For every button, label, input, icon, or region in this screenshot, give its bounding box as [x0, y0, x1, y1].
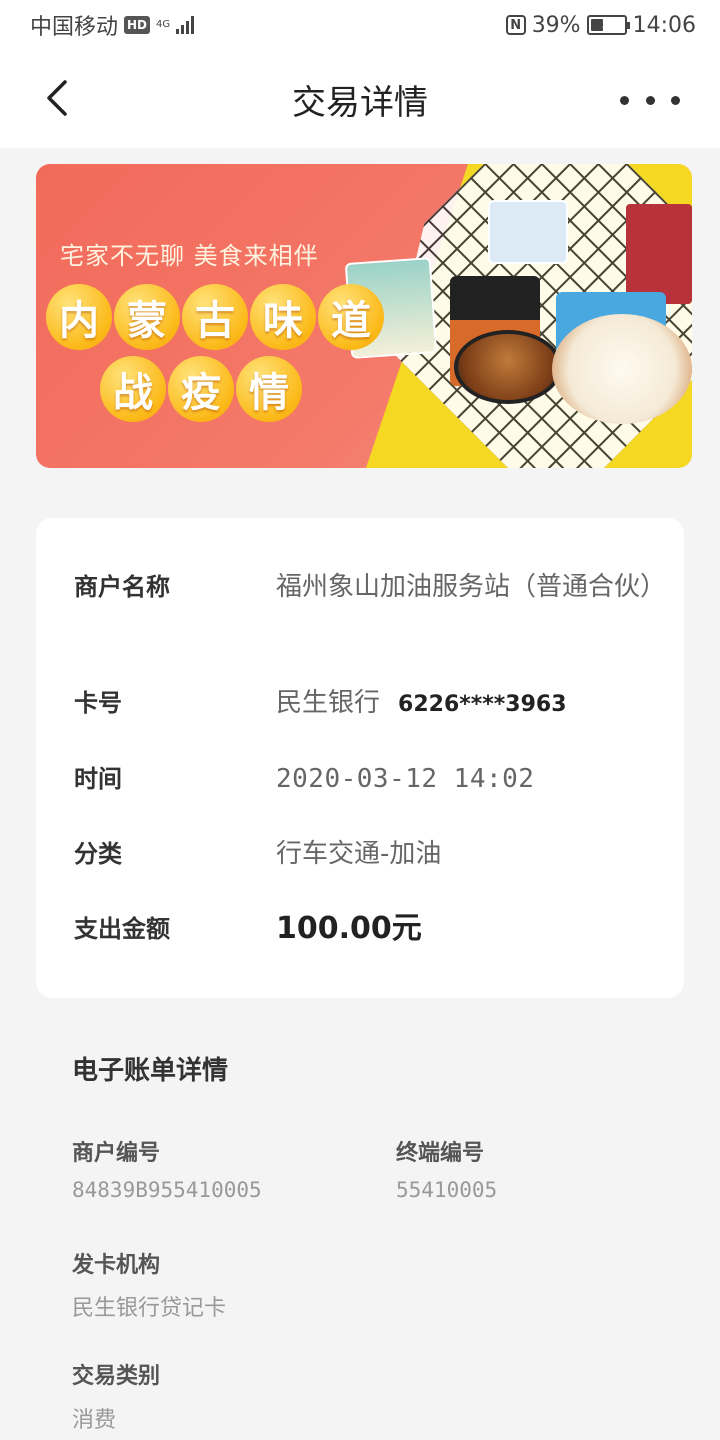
amount-row: 支出金额 100.00元: [74, 910, 654, 948]
page-title: 交易详情: [292, 82, 428, 123]
terminal-no-label: 终端编号: [396, 1141, 485, 1166]
more-dot-icon: [645, 95, 655, 105]
product-image-milk-box: [488, 200, 568, 264]
signal-icon: [176, 16, 195, 34]
banner-headline-char: 道: [318, 284, 384, 350]
terminal-no-value: 55410005: [396, 1178, 498, 1202]
carrier-name: 中国移动: [30, 15, 119, 40]
issuer-value: 民生银行贷记卡: [72, 1296, 227, 1321]
product-image-candy-plate: [552, 314, 692, 424]
nfc-icon: N: [505, 15, 526, 35]
banner-headline-line-2: 战 疫 情: [100, 356, 302, 422]
network-type-icon: 4G: [156, 20, 170, 30]
banner-slogan: 宅家不无聊 美食来相伴: [60, 242, 319, 270]
status-left: 中国移动 HD 4G: [30, 9, 195, 41]
battery-percent: 39%: [531, 12, 581, 38]
clock: 14:06: [632, 12, 696, 38]
battery-icon: ⚡: [586, 15, 630, 35]
banner-headline-char: 味: [250, 284, 316, 350]
card-bank: 民生银行: [276, 688, 381, 718]
amount-value: 100.00元: [276, 911, 422, 946]
issuer-label: 发卡机构: [72, 1253, 161, 1278]
bill-section-title: 电子账单详情: [72, 1056, 229, 1086]
card-number: 6226****3963: [398, 692, 567, 717]
more-options-button[interactable]: [620, 80, 680, 120]
hd-icon: HD: [124, 16, 151, 34]
merchant-row: 商户名称 福州象山加油服务站（普通合伙）: [74, 568, 667, 606]
time-value: 2020-03-12 14:02: [276, 764, 535, 794]
merchant-no-label: 商户编号: [72, 1141, 161, 1166]
product-image-noodle-bowl: [454, 330, 562, 404]
banner-headline-char: 战: [100, 356, 166, 422]
category-label: 分类: [74, 840, 122, 868]
card-value: 民生银行 6226****3963: [276, 684, 567, 724]
card-row: 卡号 民生银行 6226****3963: [74, 684, 654, 724]
banner-headline-char: 情: [236, 356, 302, 422]
merchant-value: 福州象山加油服务站（普通合伙）: [276, 572, 667, 602]
transaction-type-value: 消费: [72, 1408, 117, 1433]
amount-label: 支出金额: [74, 915, 170, 943]
product-image-meat: [626, 204, 692, 304]
category-row: 分类 行车交通-加油: [74, 835, 654, 873]
status-right: N 39% ⚡ 14:06: [505, 12, 696, 38]
banner-headline-char: 古: [182, 284, 248, 350]
more-dot-icon: [620, 95, 629, 105]
banner-headline-line-1: 内 蒙 古 味 道: [46, 284, 384, 350]
category-value: 行车交通-加油: [276, 839, 442, 869]
status-bar: 中国移动 HD 4G N 39% ⚡ 14:06: [0, 0, 720, 50]
merchant-label: 商户名称: [74, 573, 170, 601]
banner-headline-char: 内: [46, 284, 112, 350]
transaction-card: 商户名称 福州象山加油服务站（普通合伙） 卡号 民生银行 6226****3963…: [36, 518, 684, 998]
nav-bar: 交易详情: [0, 50, 720, 148]
merchant-no-value: 84839B955410005: [72, 1178, 262, 1202]
card-label: 卡号: [74, 689, 122, 717]
banner-headline-char: 疫: [168, 356, 234, 422]
network-type-label: 4G: [156, 19, 171, 30]
more-dot-icon: [671, 95, 680, 105]
promo-banner[interactable]: 宅家不无聊 美食来相伴 内 蒙 古 味 道 战 疫 情: [36, 164, 692, 468]
back-button[interactable]: [36, 76, 76, 120]
time-row: 时间 2020-03-12 14:02: [74, 760, 654, 798]
charging-icon: ⚡: [600, 16, 611, 32]
time-label: 时间: [74, 765, 122, 793]
transaction-type-label: 交易类别: [72, 1364, 161, 1389]
chevron-left-icon: [47, 80, 67, 116]
banner-headline-char: 蒙: [114, 284, 180, 350]
